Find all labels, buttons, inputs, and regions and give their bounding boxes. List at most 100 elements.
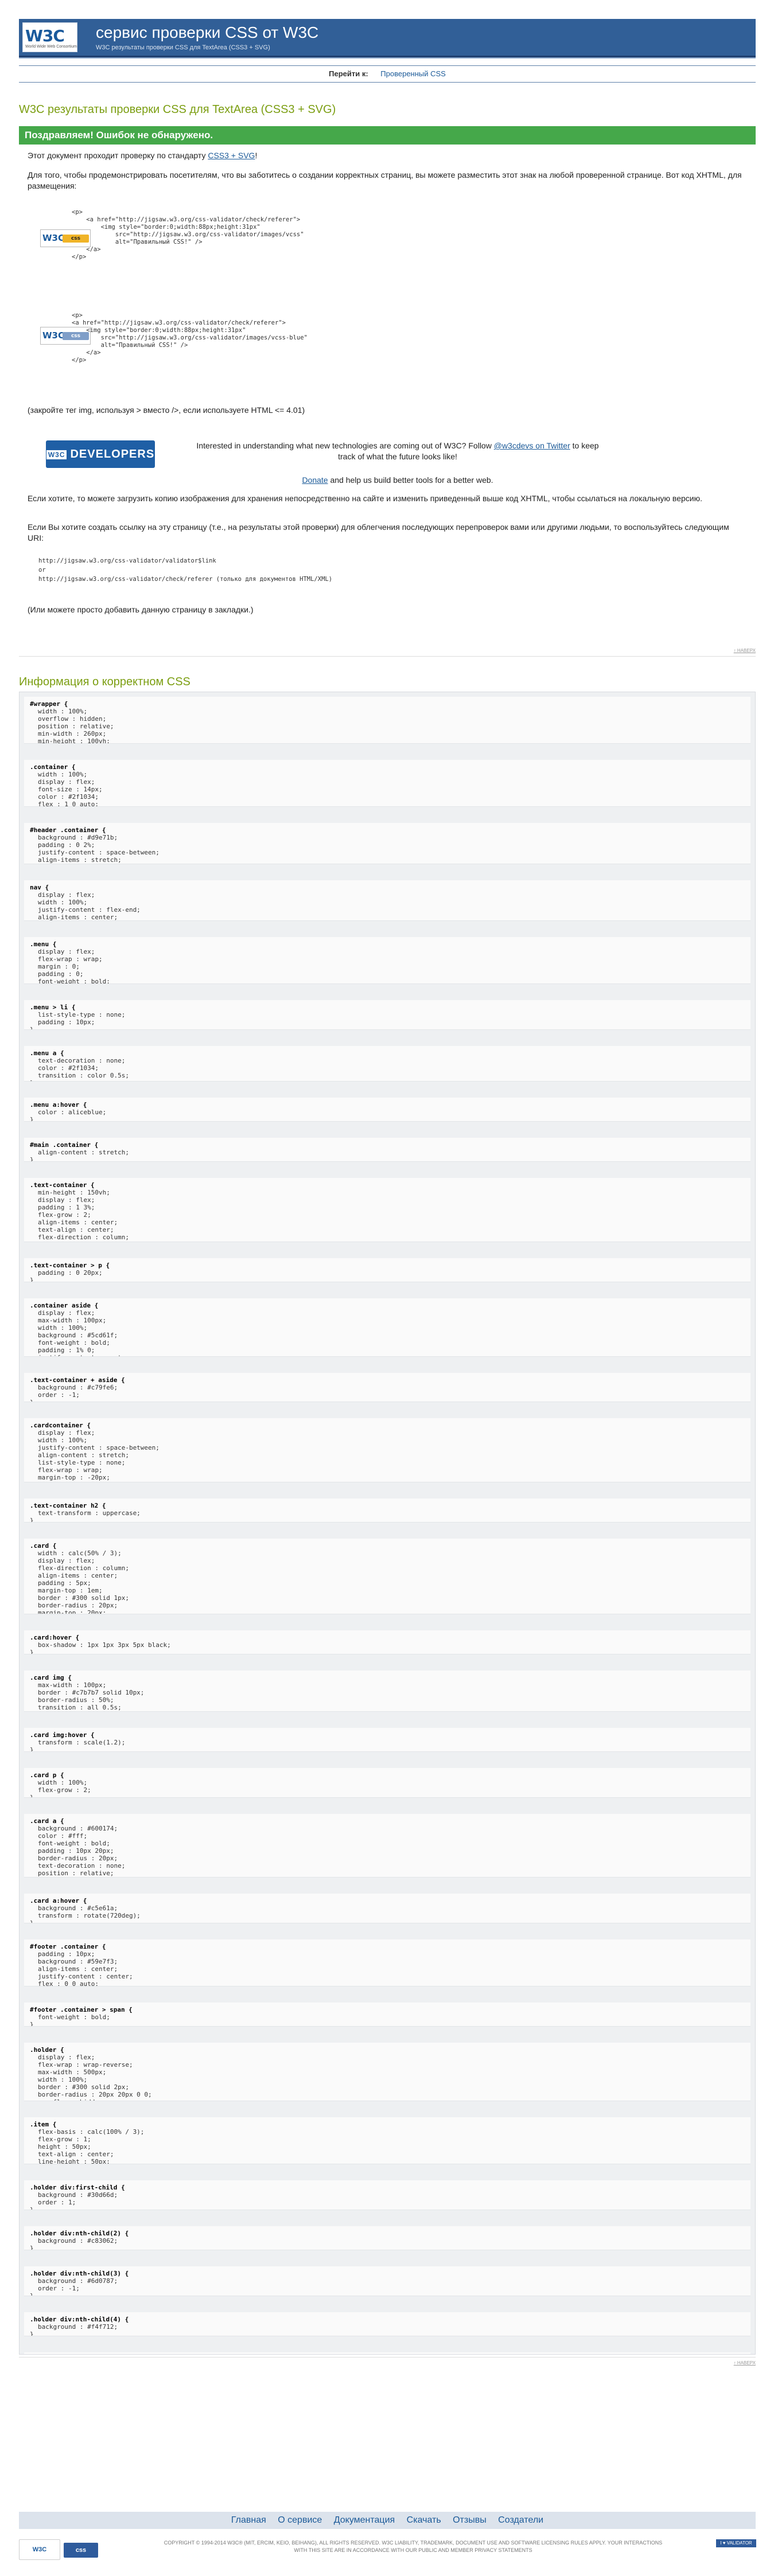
footer-link-download[interactable]: Скачать bbox=[407, 2515, 441, 2525]
css-declaration: background : #f4f712; bbox=[38, 2323, 118, 2331]
close-tag-note: (закройте тег img, используя > вместо />… bbox=[28, 405, 305, 415]
css-selector: #footer .container > span { bbox=[30, 2006, 133, 2014]
css-declaration: font-weight : bold; bbox=[38, 1839, 110, 1847]
w3c-logo-text: W3C bbox=[25, 26, 65, 45]
css-declaration: border : #c7b7b7 solid 10px; bbox=[38, 1688, 145, 1696]
css-declaration: display : flex; bbox=[38, 1557, 95, 1565]
uri-1[interactable]: http://jigsaw.w3.org/css-validator/valid… bbox=[38, 557, 216, 565]
footer-link-credits[interactable]: Создатели bbox=[498, 2515, 543, 2525]
css-declaration: line-height : 50px; bbox=[38, 2157, 110, 2164]
donate-text-after: and help us build better tools for a bet… bbox=[330, 475, 493, 485]
css-selector: .card img:hover { bbox=[30, 1731, 95, 1739]
css-declaration: flex-grow : 2; bbox=[38, 1786, 91, 1794]
jump-to-bar: Перейти к: Проверенный CSS bbox=[19, 65, 756, 83]
css-selector: nav { bbox=[30, 883, 49, 891]
css-close-brace: } bbox=[30, 1746, 34, 1752]
css-declaration: justify-content : center; bbox=[38, 1973, 133, 1981]
css-close-brace: } bbox=[30, 1711, 745, 1712]
results-heading: W3C результаты проверки CSS для TextArea… bbox=[19, 103, 336, 116]
w3c-developers-banner[interactable]: W3C DEVELOPERS bbox=[46, 440, 155, 468]
w3c-logo-subtext: World Wide Web Consortium bbox=[25, 45, 77, 49]
css-declaration: position : relative; bbox=[38, 723, 114, 730]
w3cdevs-twitter-link[interactable]: @w3cdevs on Twitter bbox=[494, 441, 570, 450]
css-declaration: justify-content : space-between; bbox=[38, 1444, 160, 1452]
css-selector: .card { bbox=[30, 1542, 57, 1550]
css-declaration: align-items : stretch; bbox=[38, 856, 122, 864]
back-to-top-link[interactable]: ↑ НАВЕРХ bbox=[734, 648, 756, 653]
css-selector: .card img { bbox=[30, 1673, 72, 1681]
css-selector: .menu a { bbox=[30, 1049, 64, 1057]
uri-or: or bbox=[38, 567, 46, 573]
css-declaration: padding : 1 3%; bbox=[38, 1204, 95, 1211]
css-selector: #header .container { bbox=[30, 826, 106, 834]
css-declaration: padding : 20px; bbox=[30, 1241, 745, 1242]
footer-w3c-logo[interactable]: W3C bbox=[19, 2539, 60, 2560]
copyright-line-1: COPYRIGHT © 1994-2014 W3C® (MIT, ERCIM, … bbox=[164, 2540, 663, 2546]
css-declaration: order : 1; bbox=[38, 2198, 76, 2206]
footer-link-feedback[interactable]: Отзывы bbox=[453, 2515, 487, 2525]
i-love-validator-badge[interactable]: I ♥ VALIDATOR bbox=[716, 2539, 756, 2547]
css-declaration: justify-content : space-between; bbox=[38, 848, 160, 856]
copyright-text: COPYRIGHT © 1994-2014 W3C® (MIT, ERCIM, … bbox=[138, 2539, 689, 2554]
css-selector: .holder div:nth-child(2) { bbox=[30, 2229, 129, 2237]
css-declaration: color : #fff; bbox=[38, 1832, 88, 1840]
css-rule: .text-container > p {padding : 0 20px;} bbox=[24, 1258, 750, 1282]
link-page-text: Если Вы хотите создать ссылку на эту стр… bbox=[28, 522, 729, 542]
conformance-text: Этот документ проходит проверку по станд… bbox=[28, 150, 745, 161]
css-declaration: padding : 0 2%; bbox=[38, 841, 95, 849]
css-declaration: align-items : center; bbox=[38, 1572, 118, 1580]
css-rule: .menu a {text-decoration : none; color : … bbox=[24, 1046, 750, 1082]
css-declaration: text-transform : uppercase; bbox=[38, 1509, 141, 1517]
w3c-logo[interactable]: W3C World Wide Web Consortium bbox=[22, 22, 77, 52]
css3-svg-link[interactable]: CSS3 + SVG bbox=[208, 151, 255, 160]
css-close-brace: } bbox=[30, 921, 745, 922]
conformance-text-after: ! bbox=[255, 151, 258, 160]
css-declaration: color : aliceblue; bbox=[38, 1109, 107, 1117]
css-declaration: background : #6d0787; bbox=[38, 2277, 118, 2285]
css-selector: .menu { bbox=[30, 940, 57, 949]
css-declaration: background : #59e7f3; bbox=[38, 1958, 118, 1966]
css-declaration: width : 100%; bbox=[38, 1778, 88, 1786]
css-declaration: border-radius : 20px 20px 0 0; bbox=[38, 2091, 152, 2099]
footer-link-about[interactable]: О сервисе bbox=[278, 2515, 322, 2525]
developers-text: Interested in understanding what new tec… bbox=[191, 440, 604, 462]
css-rule: .menu a:hover {color : aliceblue;} bbox=[24, 1098, 750, 1122]
donate-text: Donate and help us build better tools fo… bbox=[191, 475, 604, 486]
css-rule: .menu > li {list-style-type : none; paddi… bbox=[24, 1000, 750, 1031]
copy-image-text: Если хотите, то можете загрузить копию и… bbox=[28, 494, 702, 503]
footer-link-docs[interactable]: Документация bbox=[334, 2515, 395, 2525]
css-selector: .holder { bbox=[30, 2046, 64, 2054]
css-rule: .holder div:nth-child(3) {background : #… bbox=[24, 2266, 750, 2296]
css-declaration: min-height : 100vh; bbox=[38, 737, 110, 744]
css-declaration: margin : 0; bbox=[38, 963, 80, 971]
css-declaration: background : #c79fe6; bbox=[38, 1383, 118, 1391]
bookmark-text: (Или можете просто добавить данную стран… bbox=[28, 605, 254, 614]
css-declaration: position : relative; bbox=[38, 1869, 114, 1877]
back-to-top-link[interactable]: ↑ НАВЕРХ bbox=[734, 2360, 756, 2366]
footer-css-logo[interactable]: css bbox=[64, 2543, 98, 2558]
page-title: сервис проверки CSS от W3C bbox=[96, 24, 319, 41]
css-selector: .text-container + aside { bbox=[30, 1376, 125, 1384]
css-declaration: display : flex; bbox=[38, 1309, 95, 1317]
css-declaration: font-weight : bold; bbox=[38, 1338, 110, 1346]
footer-link-home[interactable]: Главная bbox=[231, 2515, 266, 2525]
uri-2[interactable]: http://jigsaw.w3.org/css-validator/check… bbox=[38, 576, 332, 583]
css-declaration: display : flex; bbox=[38, 778, 95, 786]
css-declaration: text-align : center; bbox=[38, 1226, 114, 1234]
css-declaration: box-shadow : 1px 1px 3px 5px black; bbox=[38, 1641, 171, 1649]
css-declaration: width : 100%; bbox=[38, 708, 88, 715]
badge-w3c-text: W3C bbox=[42, 330, 64, 341]
donate-link[interactable]: Donate bbox=[302, 475, 328, 485]
css-declaration: display : flex; bbox=[38, 2054, 95, 2062]
copyright-line-2: WITH THIS SITE ARE IN ACCORDANCE WITH OU… bbox=[294, 2547, 532, 2553]
css-declaration: max-width : 100px; bbox=[38, 1316, 107, 1324]
css-close-brace: } bbox=[30, 1793, 34, 1798]
jump-to-valid-css-link[interactable]: Проверенный CSS bbox=[380, 69, 446, 78]
css-declaration: background : #5cd61f; bbox=[38, 1331, 118, 1339]
css-declaration: font-weight : bold; bbox=[38, 2013, 110, 2021]
css-declaration: border : #300 solid 2px; bbox=[38, 2083, 129, 2091]
css-selector: .container aside { bbox=[30, 1301, 99, 1309]
css-rule: .holder {display : flex; flex-wrap : wrap… bbox=[24, 2043, 750, 2101]
page-subtitle: W3C результаты проверки CSS для TextArea… bbox=[96, 44, 270, 51]
css-declaration: padding : 0; bbox=[38, 970, 84, 978]
